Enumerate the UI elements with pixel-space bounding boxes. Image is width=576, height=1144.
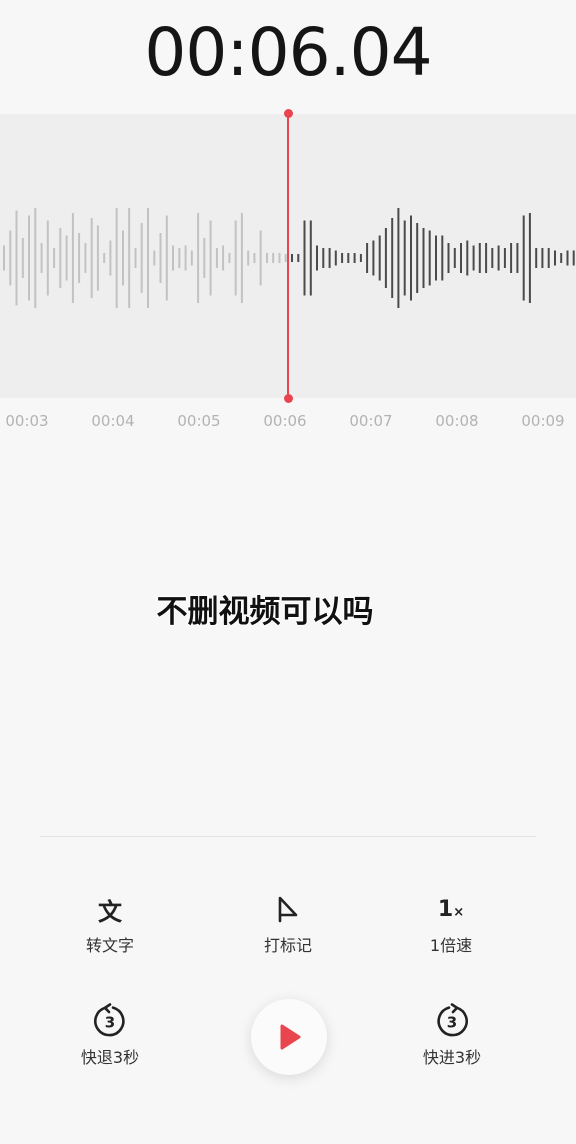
forward-icon: 3 [437,1003,468,1037]
playback-speed-button[interactable]: 1× 1倍速 [391,892,511,956]
play-button[interactable] [251,999,327,1075]
caption-overlay: 不删视频可以吗 [156,593,375,631]
flag-icon [278,896,298,923]
svg-text:3: 3 [447,1014,457,1032]
timeline-tick: 00:07 [349,412,393,430]
playhead-bottom-handle[interactable] [283,394,293,403]
rewind-3s-button[interactable]: 3 快退3秒 [50,1003,170,1068]
mark-button[interactable]: 打标记 [228,892,348,956]
timeline-tick: 00:06 [263,412,307,430]
timeline-tick: 00:04 [91,412,135,430]
playhead-line[interactable] [287,113,289,399]
divider [40,836,536,837]
speed-icon: 1× [437,896,465,922]
svg-text:3: 3 [105,1014,115,1032]
timeline-ticks: 00:03 00:04 00:05 00:06 00:07 00:08 00:0… [0,398,576,446]
timeline-tick: 00:08 [435,412,479,430]
timeline-tick: 00:03 [5,412,49,430]
forward-3s-button[interactable]: 3 快进3秒 [392,1003,512,1068]
mark-label: 打标记 [263,936,312,955]
timeline-tick: 00:09 [521,412,565,430]
rewind-label: 快退3秒 [80,1048,140,1067]
transcribe-icon: 文 [98,897,122,926]
rewind-icon: 3 [94,1003,125,1037]
forward-label: 快进3秒 [422,1048,482,1067]
elapsed-time: 00:06.04 [144,14,432,91]
transcribe-label: 转文字 [85,936,134,955]
play-icon [280,1024,301,1050]
transcribe-button[interactable]: 文 转文字 [50,892,170,956]
timeline-tick: 00:05 [177,412,221,430]
playhead-top-handle[interactable] [283,109,293,118]
speed-label: 1倍速 [429,936,473,955]
